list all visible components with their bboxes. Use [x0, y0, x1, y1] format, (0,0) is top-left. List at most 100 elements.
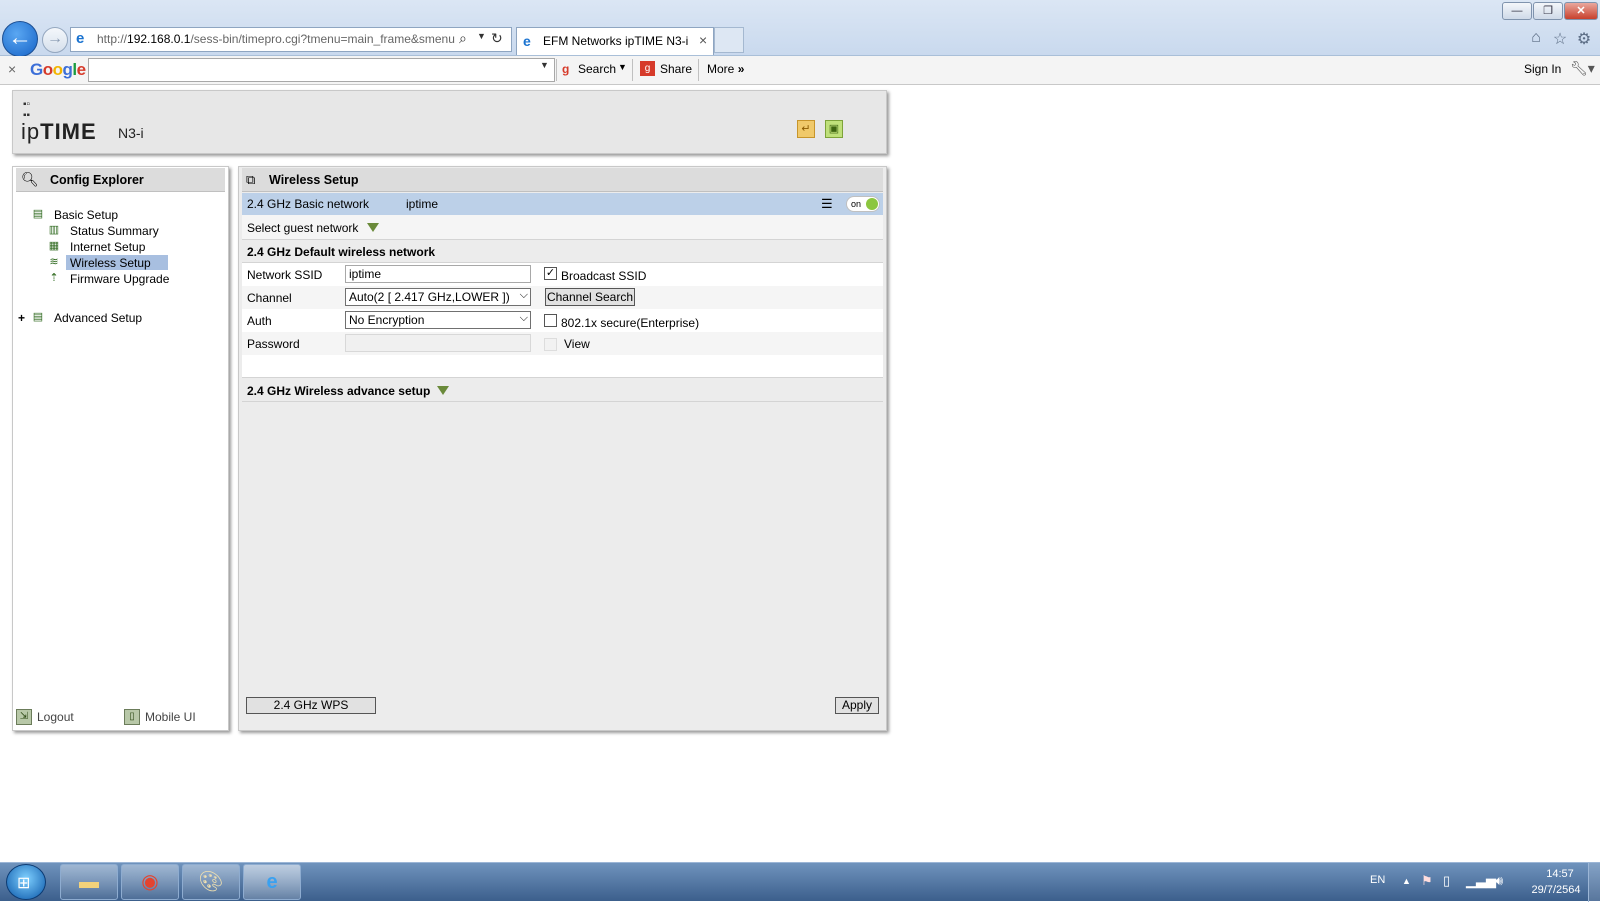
- auth-select[interactable]: No Encryption ⌵: [345, 311, 531, 329]
- logout-shortcut-icon[interactable]: ↵: [797, 120, 815, 138]
- basic-network-ssid: iptime: [406, 197, 439, 211]
- mobile-icon[interactable]: ▯: [124, 709, 140, 725]
- ie-page-icon: e: [76, 30, 85, 47]
- toggle-label: on: [851, 199, 862, 209]
- advance-setup-label: 2.4 GHz Wireless advance setup: [247, 384, 431, 398]
- tree-item-status-summary[interactable]: Status Summary: [70, 224, 159, 238]
- action-center-icon[interactable]: ⚑: [1421, 873, 1433, 889]
- expand-advanced-icon[interactable]: +: [18, 311, 25, 325]
- password-input[interactable]: [345, 334, 531, 352]
- google-search-button[interactable]: Search: [578, 62, 616, 76]
- tree-basic-setup[interactable]: Basic Setup: [54, 208, 118, 222]
- browser-tab[interactable]: e EFM Networks ipTIME N3-i ×: [516, 27, 714, 55]
- wireless-on-toggle[interactable]: on: [846, 196, 880, 212]
- paint-taskbar-button[interactable]: 🎨︎: [182, 864, 240, 900]
- clock-date[interactable]: 29/7/2564: [1526, 884, 1586, 896]
- save-icon[interactable]: ▣: [825, 120, 843, 138]
- router-header: ▪▫ ▪▪ ipTIME N3-i ↵ ▣: [12, 90, 887, 154]
- auth-label: Auth: [247, 314, 272, 328]
- divider: [632, 59, 633, 81]
- google-search-input[interactable]: [88, 58, 555, 82]
- logo-letter: o: [42, 60, 53, 79]
- device-icon[interactable]: ▯: [1443, 873, 1450, 889]
- tree-item-internet-setup[interactable]: Internet Setup: [70, 240, 145, 254]
- spacer-row: [242, 355, 883, 377]
- filter-icon[interactable]: ☰: [821, 196, 833, 212]
- forward-button[interactable]: →: [42, 27, 68, 53]
- broadcast-ssid-label: Broadcast SSID: [561, 269, 647, 283]
- network-signal-icon[interactable]: ▁▃▅: [1466, 873, 1496, 889]
- triangle-down-icon[interactable]: [367, 223, 379, 232]
- apply-button[interactable]: Apply: [835, 697, 879, 714]
- tray-expand-icon[interactable]: ▲: [1402, 876, 1411, 886]
- new-tab-button[interactable]: [714, 27, 744, 53]
- broadcast-ssid-checkbox[interactable]: ✓: [544, 267, 557, 280]
- minimize-button[interactable]: —: [1502, 2, 1532, 20]
- divider: [698, 59, 699, 81]
- tree-item-firmware-upgrade[interactable]: Firmware Upgrade: [70, 272, 169, 286]
- start-button[interactable]: ⊞: [6, 864, 46, 900]
- tree-item-wireless-setup[interactable]: Wireless Setup: [66, 255, 168, 270]
- password-row: Password View: [242, 332, 883, 355]
- share-icon: g: [640, 61, 655, 76]
- channel-value: Auto(2 [ 2.417 GHz,LOWER ]): [349, 290, 510, 304]
- refresh-icon[interactable]: ↻: [491, 30, 507, 48]
- address-bar[interactable]: e http://192.168.0.1/sess-bin/timepro.cg…: [70, 27, 512, 52]
- firmware-upgrade-icon: ⇡: [49, 272, 59, 284]
- advance-setup-row[interactable]: 2.4 GHz Wireless advance setup: [242, 377, 883, 402]
- ie-icon: e: [266, 871, 278, 893]
- chevron-down-icon[interactable]: ▼: [540, 60, 549, 70]
- enterprise-checkbox[interactable]: [544, 314, 557, 327]
- language-indicator[interactable]: EN: [1370, 874, 1385, 886]
- wps-button[interactable]: 2.4 GHz WPS: [246, 697, 376, 714]
- ssid-input[interactable]: iptime: [345, 265, 531, 283]
- show-desktop-button[interactable]: [1588, 863, 1600, 902]
- guest-network-label: Select guest network: [247, 221, 359, 235]
- volume-icon[interactable]: 🔊︎: [1495, 873, 1503, 889]
- channel-select[interactable]: Auto(2 [ 2.417 GHz,LOWER ]) ⌵: [345, 288, 531, 306]
- channel-search-button[interactable]: Channel Search: [545, 288, 635, 306]
- close-window-button[interactable]: ✕: [1564, 2, 1598, 20]
- mobile-ui-link[interactable]: Mobile UI: [145, 710, 196, 724]
- wireless-setup-title: Wireless Setup: [269, 173, 359, 187]
- triangle-down-icon[interactable]: [437, 386, 449, 395]
- search-icon[interactable]: ⌕: [459, 30, 475, 48]
- chrome-taskbar-button[interactable]: ◉: [121, 864, 179, 900]
- wrench-icon[interactable]: 🔧︎▾: [1570, 60, 1595, 77]
- gear-icon[interactable]: ⚙: [1575, 29, 1593, 48]
- sign-in-link[interactable]: Sign In: [1524, 62, 1561, 76]
- maximize-button[interactable]: ❐: [1533, 2, 1563, 20]
- home-icon[interactable]: ⌂: [1527, 29, 1545, 47]
- chevron-down-icon[interactable]: ▼: [618, 62, 627, 72]
- toggle-knob: [866, 198, 878, 210]
- view-password-checkbox[interactable]: [544, 338, 557, 351]
- share-button[interactable]: Share: [660, 62, 692, 76]
- url-path: /sess-bin/timepro.cgi?tmenu=main_frame&s…: [190, 32, 455, 46]
- internet-computer-icon: ▦: [48, 240, 60, 252]
- logout-icon[interactable]: ⇲: [16, 709, 32, 725]
- channel-row: Channel Auto(2 [ 2.417 GHz,LOWER ]) ⌵ Ch…: [242, 286, 883, 309]
- basic-network-row[interactable]: 2.4 GHz Basic network iptime ☰ on: [242, 193, 883, 215]
- logo-letter: e: [76, 60, 86, 79]
- iptime-logo: ipTIME: [21, 119, 97, 145]
- close-icon[interactable]: ×: [8, 61, 16, 77]
- logo-letter: g: [62, 60, 73, 79]
- password-label: Password: [247, 337, 300, 351]
- back-button[interactable]: ←: [2, 21, 38, 57]
- close-tab-icon[interactable]: ×: [699, 32, 711, 48]
- tree-advanced-setup[interactable]: Advanced Setup: [54, 311, 142, 325]
- clock-time[interactable]: 14:57: [1532, 868, 1588, 880]
- dropdown-arrow-icon[interactable]: ▼: [477, 31, 487, 49]
- ie-taskbar-button[interactable]: e: [243, 864, 301, 900]
- address-url[interactable]: http://192.168.0.1/sess-bin/timepro.cgi?…: [97, 32, 457, 48]
- url-prefix: http://: [97, 32, 128, 46]
- favorites-star-icon[interactable]: ☆: [1551, 29, 1569, 48]
- more-button[interactable]: More »: [707, 62, 744, 76]
- guest-network-row[interactable]: Select guest network: [242, 215, 883, 239]
- explorer-taskbar-button[interactable]: ▬: [60, 864, 118, 900]
- logout-link[interactable]: Logout: [37, 710, 74, 724]
- menu-grid-icon[interactable]: ▪▫ ▪▪: [23, 99, 30, 121]
- enterprise-label: 802.1x secure(Enterprise): [561, 316, 700, 330]
- status-chart-icon: ▥: [48, 224, 60, 236]
- folder-icon: ▬: [79, 871, 99, 893]
